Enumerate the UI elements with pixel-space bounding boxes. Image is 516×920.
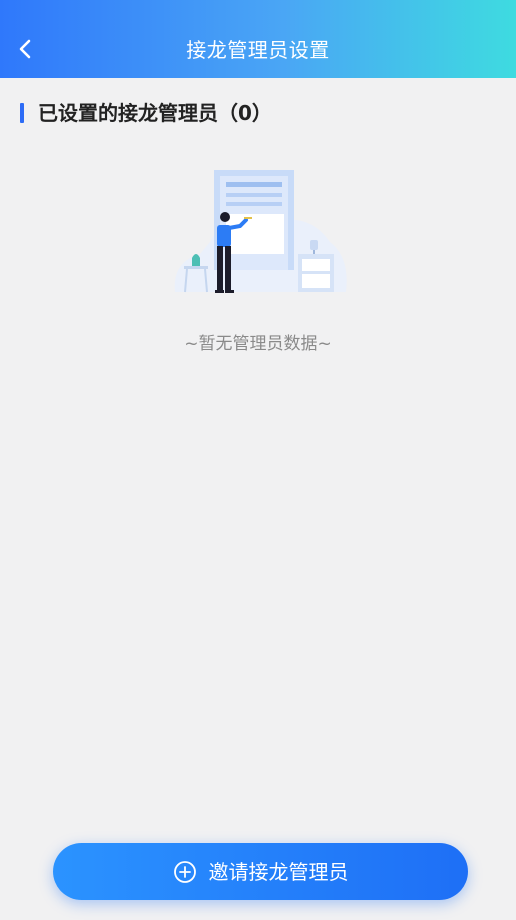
invite-admin-label: 邀请接龙管理员 [208,859,349,884]
empty-data-illustration [170,162,350,302]
plus-circle-icon [173,860,196,883]
section-accent-bar [20,103,24,123]
page-title: 接龙管理员设置 [186,38,330,62]
app-header: 接龙管理员设置 [0,0,516,78]
admin-section-header: 已设置的接龙管理员（0） [20,100,272,126]
section-title: 已设置的接龙管理员（0） [38,101,272,125]
empty-state-text: ~暂无管理员数据~ [184,334,332,354]
invite-admin-button[interactable]: 邀请接龙管理员 [53,843,468,900]
